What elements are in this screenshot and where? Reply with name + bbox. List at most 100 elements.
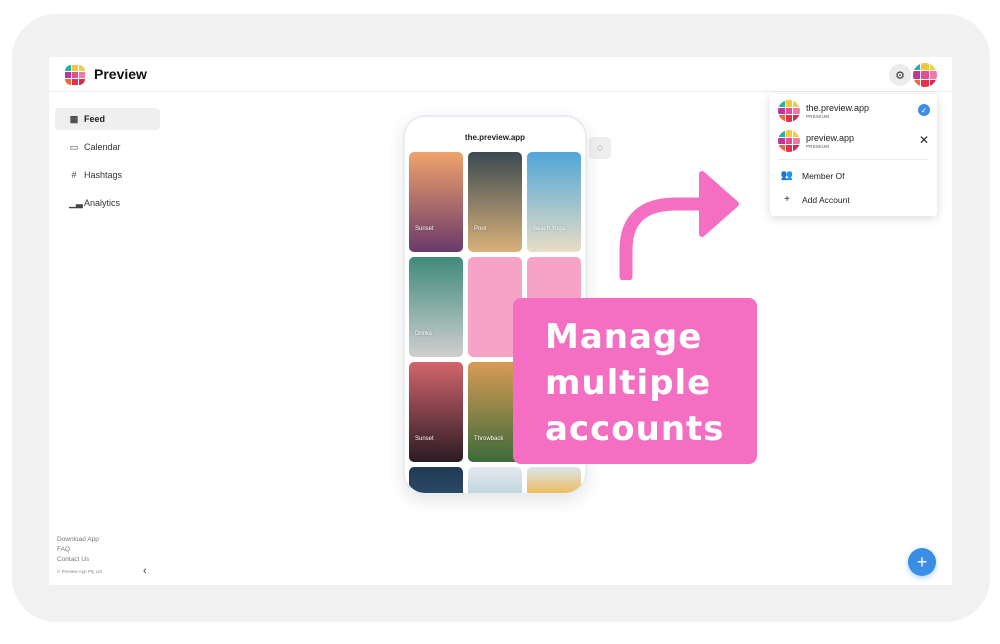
member-of-item[interactable]: 👥 Member Of bbox=[780, 170, 845, 181]
tile-caption: Sunset bbox=[415, 436, 434, 442]
calendar-icon: ▭ bbox=[69, 141, 79, 152]
logo-cell bbox=[79, 65, 85, 71]
faq-link[interactable]: FAQ bbox=[57, 545, 99, 555]
feed-tile[interactable] bbox=[468, 467, 522, 493]
logo-cell bbox=[72, 72, 78, 78]
app-logo bbox=[65, 65, 85, 85]
contact-us-link[interactable]: Contact Us bbox=[57, 555, 99, 565]
logo-cell bbox=[778, 137, 785, 145]
account-item[interactable]: preview.app PREMIUM ✕ bbox=[778, 128, 930, 154]
logo-cell bbox=[778, 100, 785, 107]
logo-cell bbox=[72, 79, 78, 85]
logo-cell bbox=[778, 130, 785, 137]
settings-button[interactable]: ⚙ bbox=[889, 64, 911, 86]
logo-cell bbox=[79, 72, 85, 78]
account-avatar bbox=[778, 100, 800, 122]
check-circle-icon: ✓ bbox=[918, 104, 930, 116]
logo-cell bbox=[785, 100, 793, 107]
logo-cell bbox=[929, 71, 937, 79]
tile-caption: Pool bbox=[474, 226, 487, 232]
menu-divider bbox=[778, 159, 929, 160]
hash-icon: # bbox=[71, 170, 77, 180]
logo-cell bbox=[65, 79, 71, 85]
gear-icon: ⚙ bbox=[895, 69, 905, 82]
collapse-sidebar-button[interactable]: ‹ bbox=[143, 565, 147, 577]
account-plan: PREMIUM bbox=[806, 114, 830, 119]
logo-cell bbox=[793, 130, 800, 137]
chart-icon: ▁▃ bbox=[69, 197, 83, 208]
top-header: Preview ⚙ bbox=[49, 57, 952, 92]
close-icon: ✕ bbox=[918, 133, 929, 147]
logo-cell bbox=[921, 79, 929, 87]
tile-caption: Sunset bbox=[415, 226, 434, 232]
phone-username: the.preview.app bbox=[464, 133, 526, 142]
sidebar-item-hashtags[interactable]: # Hashtags bbox=[55, 164, 160, 186]
curved-arrow-icon bbox=[619, 171, 739, 280]
logo-cell bbox=[921, 63, 929, 71]
add-account-item[interactable]: + Add Account bbox=[780, 194, 850, 205]
download-app-link[interactable]: Download App bbox=[57, 535, 99, 545]
logo-cell bbox=[929, 79, 937, 87]
logo-cell bbox=[793, 107, 800, 115]
logo-cell bbox=[778, 115, 785, 122]
account-avatar-button[interactable] bbox=[913, 63, 937, 87]
sidebar-item-label: Calendar bbox=[84, 142, 121, 152]
logo-cell bbox=[921, 71, 929, 79]
grid-icon: ▦ bbox=[69, 113, 79, 124]
account-name: the.preview.app bbox=[806, 103, 870, 113]
logo-cell bbox=[793, 145, 800, 152]
tile-caption: Throwback bbox=[474, 436, 504, 442]
callout-line: multiple bbox=[545, 363, 712, 403]
feed-tile[interactable]: Pool bbox=[468, 152, 522, 252]
plus-icon: + bbox=[784, 194, 790, 205]
logo-cell bbox=[793, 137, 800, 145]
callout-line: accounts bbox=[545, 409, 725, 449]
refresh-button[interactable]: ◌ bbox=[589, 137, 611, 159]
menu-item-label: Add Account bbox=[802, 194, 850, 205]
logo-cell bbox=[65, 72, 71, 78]
tile-caption: Beach Yoga bbox=[533, 226, 566, 232]
logo-cell bbox=[65, 65, 71, 71]
remove-account-button[interactable]: ✕ bbox=[919, 133, 929, 147]
chevron-left-icon: ‹ bbox=[143, 565, 147, 577]
create-post-button[interactable]: + bbox=[908, 548, 936, 576]
logo-cell bbox=[72, 65, 78, 71]
logo-cell bbox=[929, 63, 937, 71]
feed-tile[interactable] bbox=[527, 467, 581, 493]
logo-cell bbox=[785, 137, 793, 145]
sidebar-item-label: Analytics bbox=[84, 198, 121, 208]
account-item[interactable]: the.preview.app PREMIUM ✓ bbox=[778, 98, 930, 124]
sidebar-item-label: Feed bbox=[84, 114, 106, 124]
sidebar-item-calendar[interactable]: ▭ Calendar bbox=[55, 136, 160, 158]
logo-cell bbox=[793, 100, 800, 107]
plus-icon: + bbox=[916, 552, 928, 572]
feed-tile[interactable]: Drinks bbox=[409, 257, 463, 357]
callout-line: Manage bbox=[545, 317, 703, 357]
logo-cell bbox=[913, 71, 921, 79]
callout-banner: Manage multiple accounts bbox=[513, 298, 757, 464]
account-name: preview.app bbox=[806, 133, 855, 143]
feed-tile[interactable] bbox=[409, 467, 463, 493]
logo-cell bbox=[913, 79, 921, 87]
feed-tile[interactable]: Sunset bbox=[409, 362, 463, 462]
footer-links: Download App FAQ Contact Us bbox=[57, 535, 99, 565]
account-avatar bbox=[778, 130, 800, 152]
logo-cell bbox=[778, 107, 785, 115]
logo-cell bbox=[778, 145, 785, 152]
logo-cell bbox=[785, 107, 793, 115]
loading-icon: ◌ bbox=[597, 142, 603, 154]
sidebar-item-analytics[interactable]: ▁▃ Analytics bbox=[55, 192, 160, 214]
sidebar-item-feed[interactable]: ▦ Feed bbox=[55, 108, 160, 130]
sidebar: ▦ Feed ▭ Calendar # Hashtags ▁▃ Analytic… bbox=[49, 93, 164, 585]
logo-cell bbox=[793, 115, 800, 122]
copyright: © Preview App Pty Ltd bbox=[57, 569, 102, 574]
feed-tile[interactable]: Beach Yoga bbox=[527, 152, 581, 252]
sidebar-item-label: Hashtags bbox=[84, 170, 123, 180]
app-name: Preview bbox=[94, 66, 147, 82]
feed-tile[interactable]: Sunset bbox=[409, 152, 463, 252]
tile-caption: Drinks bbox=[415, 331, 433, 337]
account-menu: the.preview.app PREMIUM ✓ preview.app PR… bbox=[770, 94, 937, 216]
logo-cell bbox=[785, 130, 793, 137]
group-icon: 👥 bbox=[780, 170, 794, 181]
account-plan: PREMIUM bbox=[806, 144, 830, 149]
